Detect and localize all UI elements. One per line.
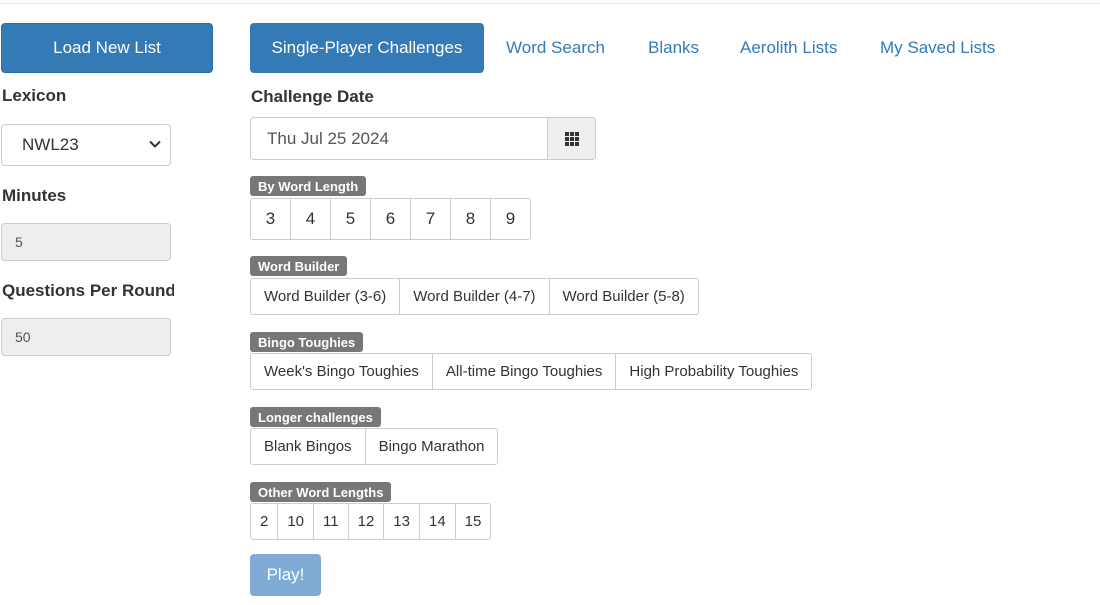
weeks-bingo-toughies-button[interactable]: Week's Bingo Toughies [250,353,433,390]
tab-word-search[interactable]: Word Search [506,23,605,73]
top-divider [0,3,1100,4]
bingo-toughies-group: Week's Bingo Toughies All-time Bingo Tou… [250,353,813,390]
bingo-marathon-button[interactable]: Bingo Marathon [364,428,499,465]
length-10-button[interactable]: 10 [277,503,315,540]
bingo-toughies-label: Bingo Toughies [250,332,364,352]
length-8-button[interactable]: 8 [450,198,491,240]
word-builder-4-7-button[interactable]: Word Builder (4-7) [399,278,550,315]
length-6-button[interactable]: 6 [370,198,411,240]
length-14-button[interactable]: 14 [418,503,456,540]
play-button[interactable]: Play! [250,554,321,596]
by-word-length-group: 3 4 5 6 7 8 9 [250,198,531,240]
length-5-button[interactable]: 5 [330,198,371,240]
chevron-down-icon [149,140,161,148]
tab-single-player-challenges[interactable]: Single-Player Challenges [250,23,484,73]
minutes-label: Minutes [2,186,67,205]
length-9-button[interactable]: 9 [490,198,531,240]
tab-my-saved-lists[interactable]: My Saved Lists [880,23,995,73]
length-4-button[interactable]: 4 [290,198,331,240]
by-word-length-label: By Word Length [250,176,367,196]
challenge-date-label: Challenge Date [251,87,374,106]
load-new-list-button[interactable]: Load New List [1,23,213,73]
length-3-button[interactable]: 3 [250,198,291,240]
lexicon-select[interactable]: NWL23 [1,124,171,166]
challenge-date-input[interactable]: Thu Jul 25 2024 [250,117,548,160]
length-12-button[interactable]: 12 [347,503,385,540]
other-word-lengths-label: Other Word Lengths [250,482,392,502]
lexicon-select-value: NWL23 [22,135,79,154]
word-builder-group: Word Builder (3-6) Word Builder (4-7) Wo… [250,278,699,315]
high-probability-toughies-button[interactable]: High Probability Toughies [615,353,813,390]
length-15-button[interactable]: 15 [454,503,492,540]
length-13-button[interactable]: 13 [383,503,420,540]
blank-bingos-button[interactable]: Blank Bingos [250,428,366,465]
calendar-button[interactable] [547,117,596,160]
longer-challenges-group: Blank Bingos Bingo Marathon [250,428,499,465]
longer-challenges-label: Longer challenges [250,407,381,427]
other-word-lengths-group: 2 10 11 12 13 14 15 [250,503,492,540]
word-builder-5-8-button[interactable]: Word Builder (5-8) [548,278,699,315]
all-time-bingo-toughies-button[interactable]: All-time Bingo Toughies [431,353,617,390]
length-11-button[interactable]: 11 [313,503,349,540]
word-builder-label: Word Builder [250,256,348,276]
length-7-button[interactable]: 7 [410,198,451,240]
length-2-button[interactable]: 2 [250,503,279,540]
lexicon-label: Lexicon [2,86,67,105]
minutes-field[interactable]: 5 [1,223,171,261]
grid-calendar-icon [564,131,579,146]
questions-per-round-label: Questions Per Round [2,281,174,300]
tab-aerolith-lists[interactable]: Aerolith Lists [740,23,837,73]
tab-blanks[interactable]: Blanks [648,23,699,73]
word-builder-3-6-button[interactable]: Word Builder (3-6) [250,278,401,315]
questions-per-round-field[interactable]: 50 [1,318,171,356]
